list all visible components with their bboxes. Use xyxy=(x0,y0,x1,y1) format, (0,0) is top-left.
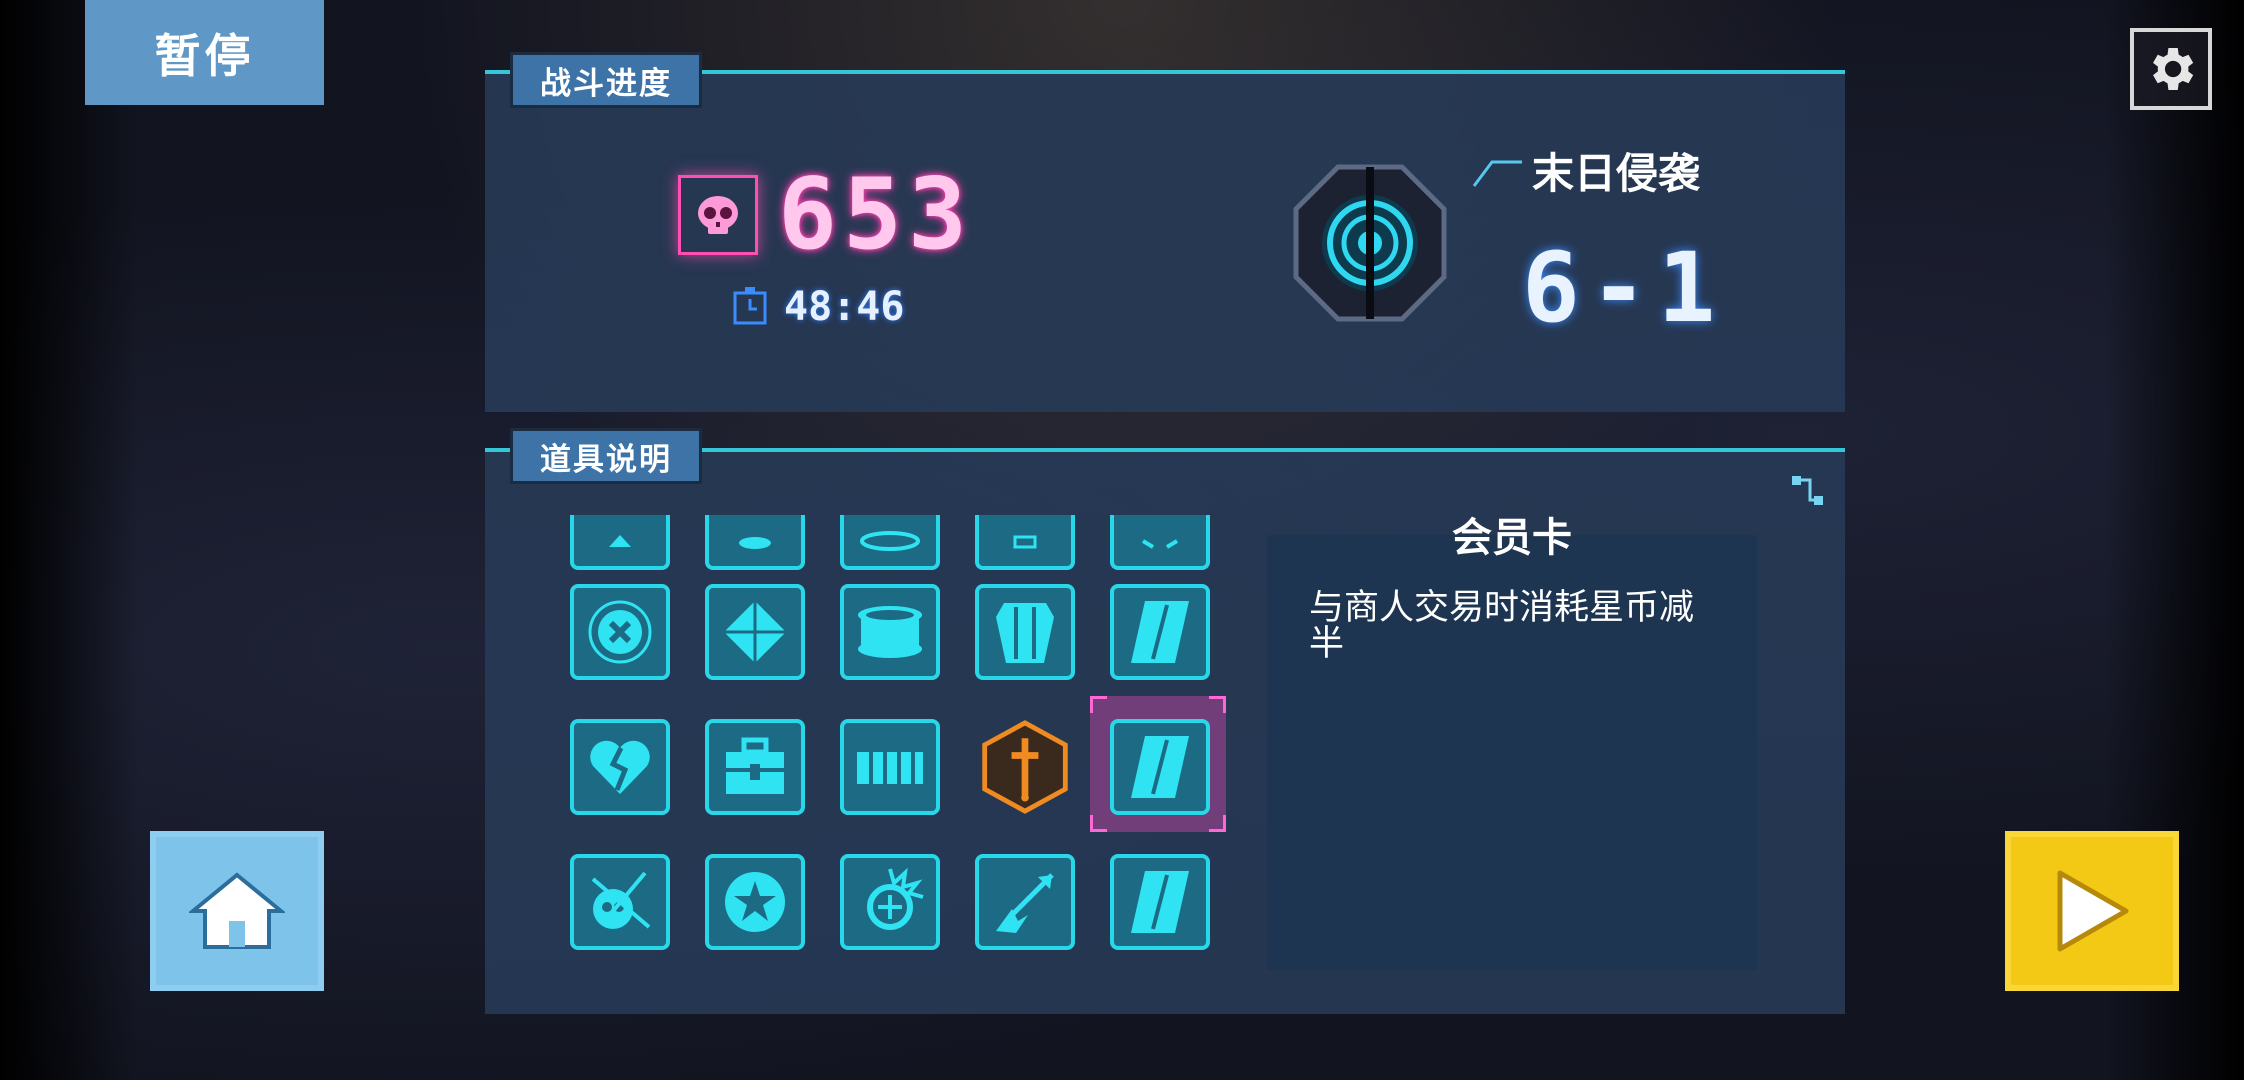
member-card-icon xyxy=(1131,736,1189,798)
diamond-icon xyxy=(724,601,786,663)
shield-x-icon xyxy=(588,600,652,664)
card-icon xyxy=(1131,871,1189,933)
card-icon xyxy=(1131,601,1189,663)
star-badge-icon xyxy=(725,872,785,932)
sword-badge-icon xyxy=(982,720,1068,814)
kill-count: 653 xyxy=(778,158,974,272)
item-slot[interactable] xyxy=(975,719,1075,815)
partial-item-icon xyxy=(609,535,631,547)
crystal-icon xyxy=(996,603,1054,663)
item-slot-selected[interactable] xyxy=(1110,719,1210,815)
expand-icon[interactable] xyxy=(1790,472,1826,508)
item-grid[interactable] xyxy=(560,515,1240,955)
left-vignette xyxy=(0,0,140,1080)
item-slot[interactable] xyxy=(570,719,670,815)
item-description-box: 与商人交易时消耗星币减半 xyxy=(1267,535,1757,970)
item-slot[interactable] xyxy=(705,719,805,815)
pause-title: 暂停 xyxy=(85,0,324,105)
item-slot[interactable] xyxy=(975,854,1075,950)
stage-number: 6-1 xyxy=(1522,232,1726,344)
item-slot[interactable] xyxy=(1110,854,1210,950)
gear-icon xyxy=(2153,48,2194,90)
item-slot[interactable] xyxy=(840,719,940,815)
resume-button[interactable] xyxy=(2005,831,2179,991)
spiked-target-icon xyxy=(867,867,924,930)
mode-pointer xyxy=(1472,160,1522,187)
item-slot[interactable] xyxy=(705,854,805,950)
item-description-tab: 道具说明 xyxy=(510,428,702,484)
item-slot[interactable] xyxy=(705,584,805,680)
elapsed-time: 48:46 xyxy=(784,284,905,330)
play-icon xyxy=(2057,870,2129,952)
item-slot[interactable] xyxy=(975,584,1075,680)
timer-icon xyxy=(733,287,767,325)
item-slot[interactable] xyxy=(840,515,940,570)
battle-progress-tab: 战斗进度 xyxy=(510,52,702,108)
item-slot[interactable] xyxy=(570,584,670,680)
home-icon xyxy=(189,872,285,949)
broken-heart-icon xyxy=(590,740,650,794)
item-slot[interactable] xyxy=(1110,515,1210,570)
slash-skull-icon xyxy=(591,871,651,929)
medkit-icon xyxy=(726,737,784,794)
arrow-burst-icon xyxy=(996,873,1054,933)
item-name: 会员卡 xyxy=(1452,515,1572,561)
kill-skull-icon xyxy=(678,175,758,255)
item-slot[interactable] xyxy=(705,515,805,570)
item-slot[interactable] xyxy=(840,854,940,950)
item-description-text: 与商人交易时消耗星币减半 xyxy=(1309,588,1695,664)
partial-item-icon xyxy=(1013,535,1037,549)
item-slot[interactable] xyxy=(570,854,670,950)
item-slot[interactable] xyxy=(1110,584,1210,680)
drum-icon xyxy=(858,606,922,658)
portal-emblem-icon xyxy=(1293,164,1447,322)
item-slot[interactable] xyxy=(570,515,670,570)
home-button[interactable] xyxy=(150,831,324,991)
item-slot[interactable] xyxy=(840,584,940,680)
partial-item-icon xyxy=(860,531,920,551)
mode-name: 末日侵袭 xyxy=(1532,149,1701,198)
fence-icon xyxy=(857,748,923,788)
item-slot[interactable] xyxy=(975,515,1075,570)
partial-item-icon xyxy=(1141,539,1179,549)
settings-button[interactable] xyxy=(2130,28,2212,110)
partial-item-icon xyxy=(739,537,771,549)
